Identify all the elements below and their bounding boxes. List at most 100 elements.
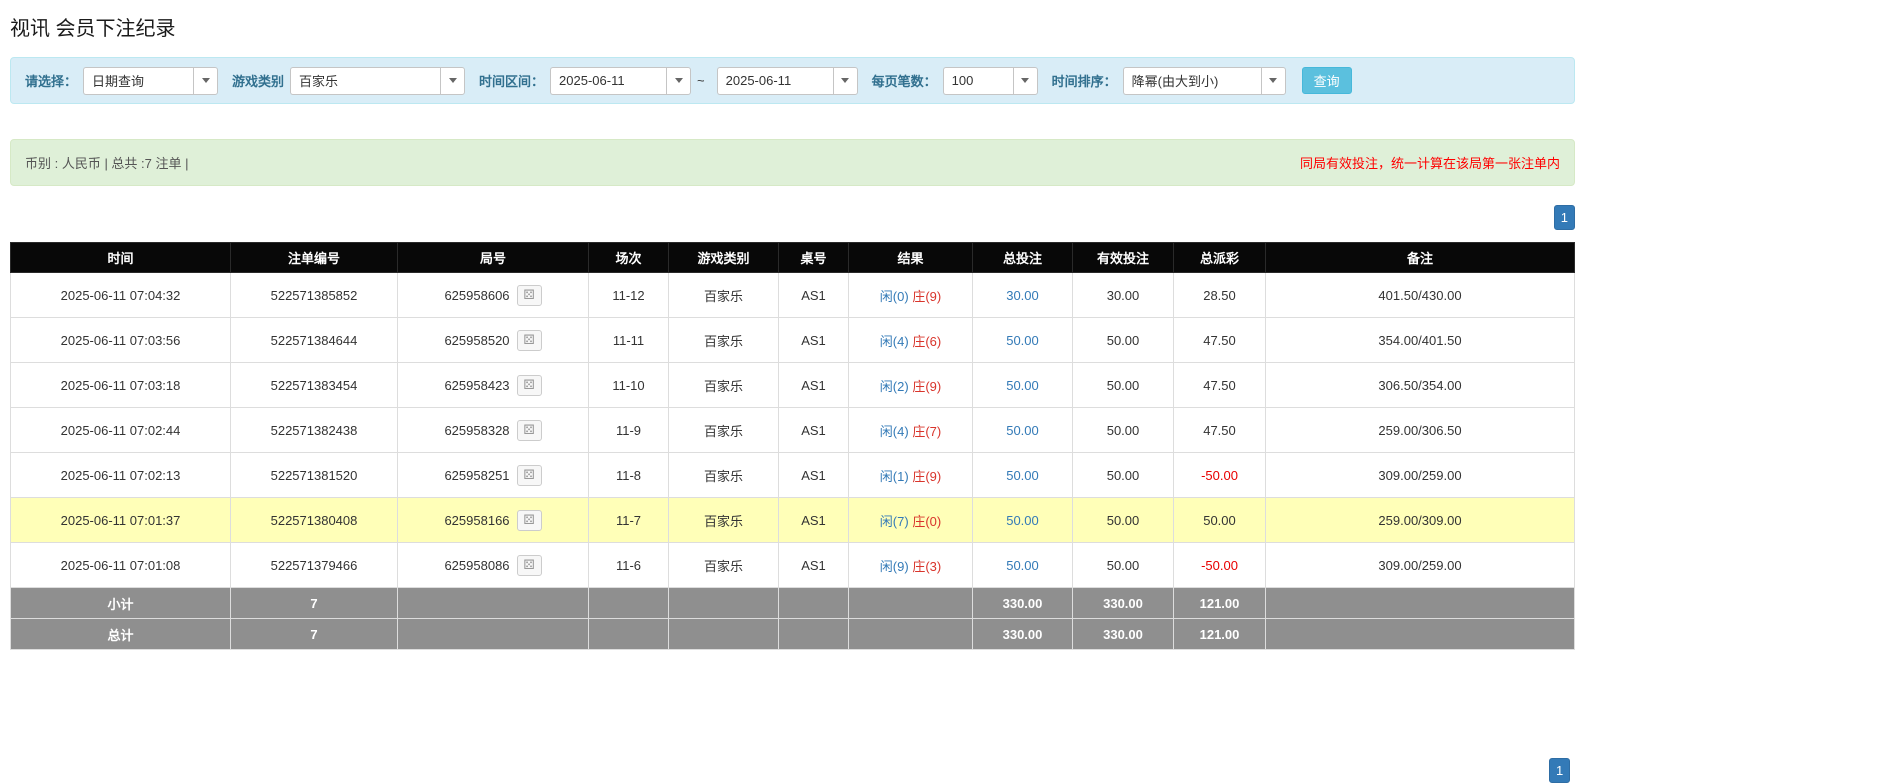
column-header: 备注 [1266,243,1575,273]
cell-payout: 28.50 [1174,273,1266,318]
round-result-icon[interactable]: ⚄ [517,420,542,441]
round-id-text: 625958086 [444,558,509,573]
cell-bet-id: 522571382438 [231,408,398,453]
cell-round-id: 625958328 ⚄ [398,408,589,453]
cell-session: 11-12 [589,273,669,318]
cell-table-no: AS1 [779,318,849,363]
round-result-icon[interactable]: ⚄ [517,510,542,531]
cell-table-no: AS1 [779,498,849,543]
round-id-text: 625958251 [444,468,509,483]
cell-remark: 354.00/401.50 [1266,318,1575,363]
footer-empty-cell [669,619,779,650]
cell-total-bet[interactable]: 50.00 [973,318,1073,363]
footer-empty-cell [1266,619,1575,650]
cell-bet-id: 522571381520 [231,453,398,498]
cell-total-bet[interactable]: 50.00 [973,408,1073,453]
bet-records-table: 时间注单编号局号场次游戏类别桌号结果总投注有效投注总派彩备注 2025-06-1… [10,242,1575,650]
cell-result: 闲(9) 庄(3) [849,543,973,588]
cell-total-bet[interactable]: 30.00 [973,273,1073,318]
page-size-combobox [943,67,1038,95]
cell-round-id: 625958166 ⚄ [398,498,589,543]
column-header: 游戏类别 [669,243,779,273]
round-result-icon[interactable]: ⚄ [517,375,542,396]
cell-result: 闲(0) 庄(9) [849,273,973,318]
round-id-text: 625958166 [444,513,509,528]
date-from-dropdown-button[interactable] [666,67,691,95]
cell-result: 闲(2) 庄(9) [849,363,973,408]
cell-valid-bet: 50.00 [1073,408,1174,453]
result-banker: 庄(0) [912,514,941,529]
footer-count: 7 [231,588,398,619]
game-type-dropdown-button[interactable] [440,67,465,95]
date-from-input[interactable] [550,67,666,95]
result-banker: 庄(6) [912,334,941,349]
column-header: 结果 [849,243,973,273]
date-to-dropdown-button[interactable] [833,67,858,95]
footer-payout: 121.00 [1174,588,1266,619]
round-result-icon[interactable]: ⚄ [517,285,542,306]
footer-empty-cell [1266,588,1575,619]
table-row: 2025-06-11 07:03:18522571383454625958423… [11,363,1575,408]
page-button-1[interactable]: 1 [1554,205,1575,230]
cell-result: 闲(1) 庄(9) [849,453,973,498]
time-sort-dropdown-button[interactable] [1261,67,1286,95]
cell-round-id: 625958251 ⚄ [398,453,589,498]
result-player: 闲(4) [880,424,909,439]
footer-label: 小计 [11,588,231,619]
cell-payout: -50.00 [1174,453,1266,498]
cell-total-bet[interactable]: 50.00 [973,543,1073,588]
cell-valid-bet: 30.00 [1073,273,1174,318]
date-range-separator: ~ [697,73,705,88]
select-type-label: 请选择： [25,71,77,90]
search-button[interactable]: 查询 [1302,67,1352,94]
cell-total-bet[interactable]: 50.00 [973,363,1073,408]
cell-round-id: 625958086 ⚄ [398,543,589,588]
chevron-down-icon [1269,78,1277,83]
round-result-icon[interactable]: ⚄ [517,555,542,576]
result-player: 闲(9) [880,559,909,574]
page-size-dropdown-button[interactable] [1013,67,1038,95]
select-type-dropdown-button[interactable] [193,67,218,95]
cell-total-bet[interactable]: 50.00 [973,453,1073,498]
cell-payout: -50.00 [1174,543,1266,588]
cell-time: 2025-06-11 07:03:18 [11,363,231,408]
cell-game-type: 百家乐 [669,318,779,363]
time-sort-input[interactable] [1123,67,1261,95]
round-id-text: 625958328 [444,423,509,438]
game-type-label: 游戏类别 [232,71,284,90]
cell-total-bet[interactable]: 50.00 [973,498,1073,543]
page-title: 视讯 会员下注纪录 [10,0,1575,41]
table-header-row: 时间注单编号局号场次游戏类别桌号结果总投注有效投注总派彩备注 [11,243,1575,273]
pagination-bottom-page-1[interactable]: 1 [1549,758,1570,783]
cell-bet-id: 522571385852 [231,273,398,318]
cell-payout: 50.00 [1174,498,1266,543]
cell-remark: 259.00/306.50 [1266,408,1575,453]
table-body: 2025-06-11 07:04:32522571385852625958606… [11,273,1575,588]
cell-bet-id: 522571383454 [231,363,398,408]
cell-remark: 309.00/259.00 [1266,543,1575,588]
cell-session: 11-8 [589,453,669,498]
round-result-icon[interactable]: ⚄ [517,330,542,351]
cell-game-type: 百家乐 [669,543,779,588]
round-result-icon[interactable]: ⚄ [517,465,542,486]
select-type-input[interactable] [83,67,193,95]
cell-round-id: 625958606⚄ [398,273,589,318]
result-player: 闲(4) [880,334,909,349]
pagination: 1 [10,205,1575,230]
summary-bar: 币别 : 人民币 | 总共 :7 注单 | 同局有效投注，统一计算在该局第一张注… [10,139,1575,186]
date-to-combobox [717,67,858,95]
game-type-input[interactable] [290,67,440,95]
cell-payout: 47.50 [1174,408,1266,453]
cell-session: 11-6 [589,543,669,588]
cell-remark: 309.00/259.00 [1266,453,1575,498]
page-size-input[interactable] [943,67,1013,95]
date-to-input[interactable] [717,67,833,95]
footer-total-bet: 330.00 [973,619,1073,650]
footer-empty-cell [398,588,589,619]
cell-table-no: AS1 [779,273,849,318]
footer-empty-cell [398,619,589,650]
footer-valid-bet: 330.00 [1073,619,1174,650]
cell-time: 2025-06-11 07:04:32 [11,273,231,318]
cell-bet-id: 522571379466 [231,543,398,588]
table-footer: 小计7330.00330.00121.00总计7330.00330.00121.… [11,588,1575,650]
